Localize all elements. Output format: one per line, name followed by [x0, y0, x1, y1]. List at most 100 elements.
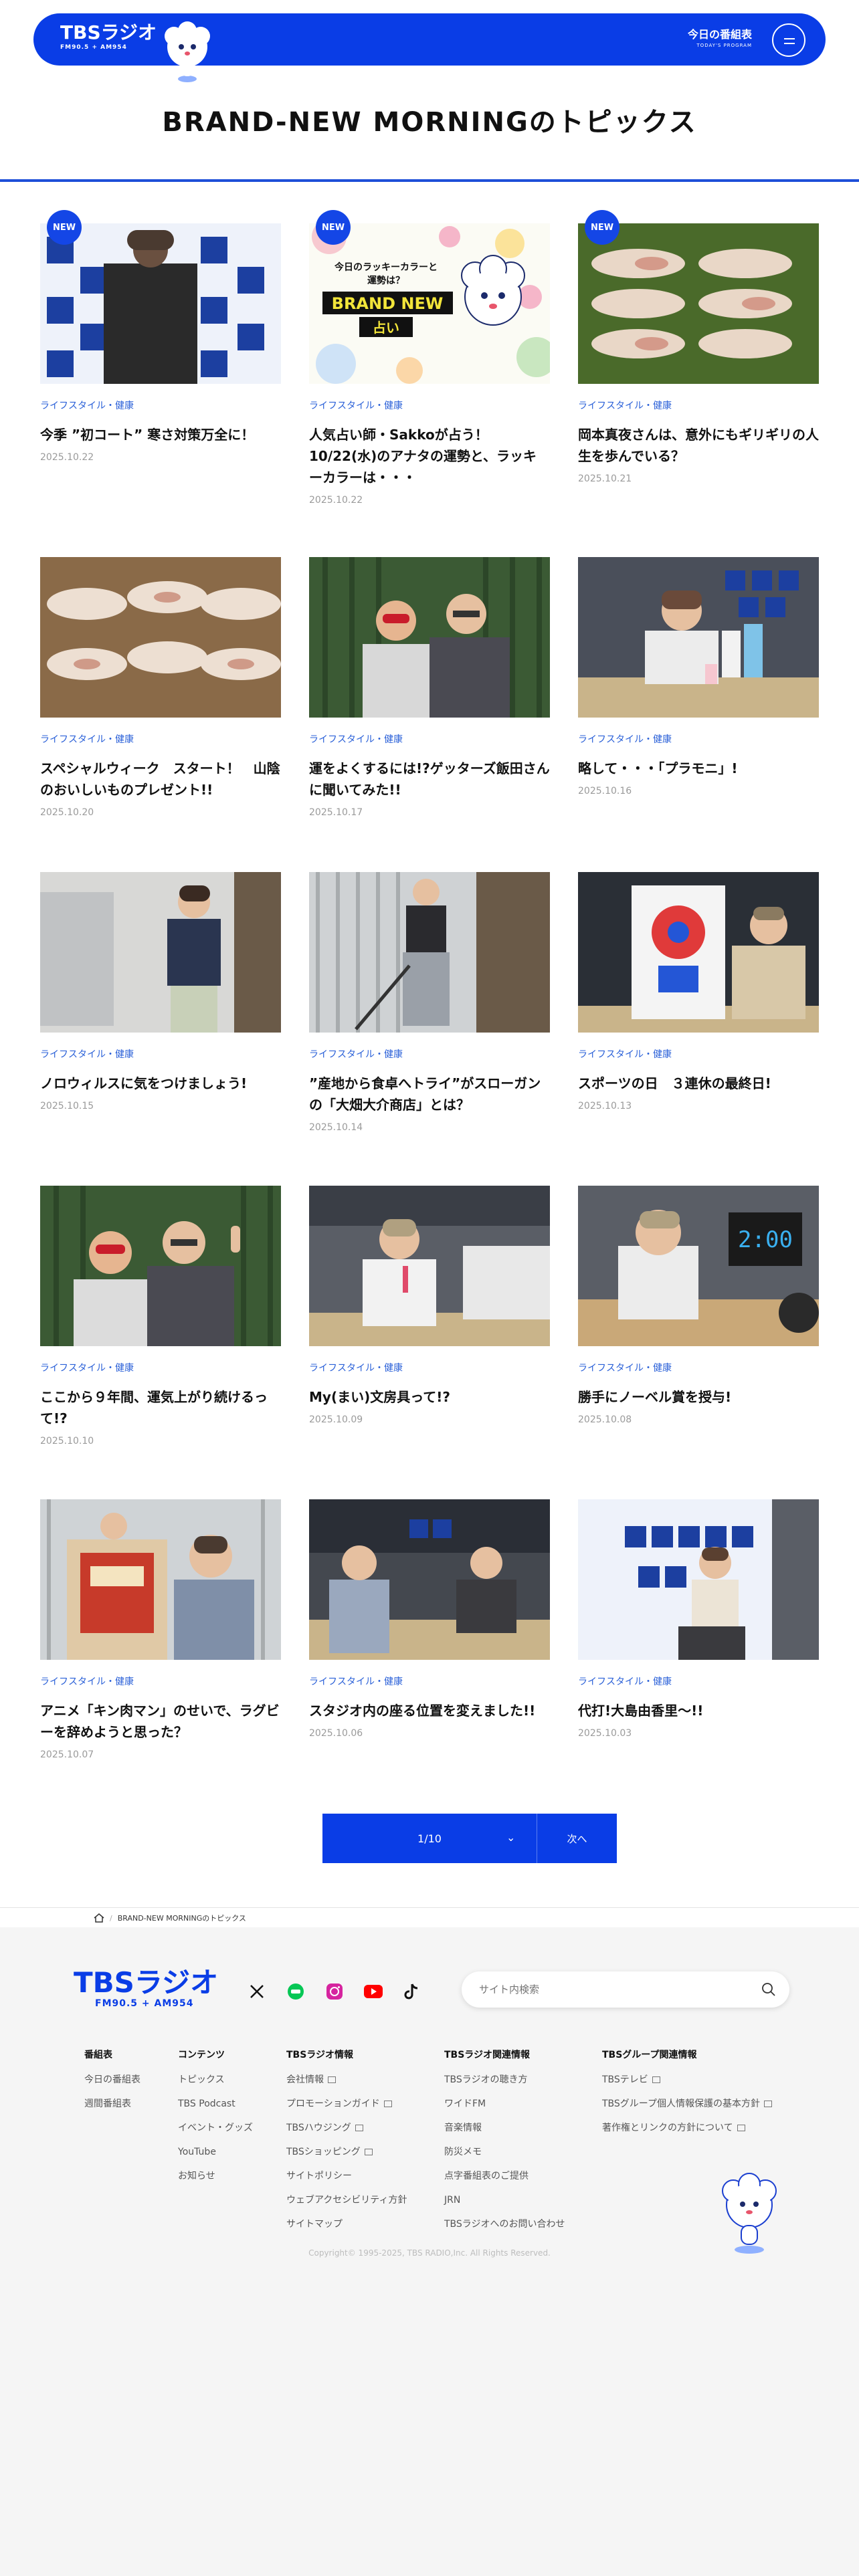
card-title[interactable]: 人気占い師・Sakkoが占う！10/22(水)のアナタの運勢と、ラッキーカラーは… — [309, 424, 550, 488]
card-title[interactable]: 岡本真夜さんは、意外にもギリギリの人生を歩んでいる？ — [578, 424, 819, 467]
home-icon[interactable] — [94, 1913, 104, 1923]
x-icon[interactable] — [246, 1981, 268, 2002]
topic-card[interactable]: ライフスタイル・健康 My(まい)文房具って!? 2025.10.09 — [309, 1186, 550, 1425]
card-category[interactable]: ライフスタイル・健康 — [578, 1676, 819, 1688]
card-title[interactable]: 略して・・・「プラモニ」! — [578, 758, 819, 779]
footer-link[interactable]: 音楽情報 — [444, 2121, 565, 2135]
footer-link[interactable]: 週間番組表 — [84, 2097, 140, 2111]
topic-thumbnail[interactable] — [309, 1186, 550, 1346]
footer-link[interactable]: 点字番組表のご提供 — [444, 2169, 565, 2183]
footer-link[interactable]: TBSショッピング — [286, 2145, 407, 2159]
topic-thumbnail[interactable]: 2:00 — [578, 1186, 819, 1346]
footer-link[interactable]: プロモーションガイド — [286, 2097, 407, 2111]
topic-card[interactable]: ライフスタイル・健康 ここから９年間、運気上がり続けるって!? 2025.10.… — [40, 1186, 281, 1446]
card-title[interactable]: 運をよくするには!?ゲッターズ飯田さんに聞いてみた!! — [309, 758, 550, 800]
topic-thumbnail[interactable] — [578, 557, 819, 718]
footer-link[interactable]: お知らせ — [178, 2169, 253, 2183]
footer-link[interactable]: 今日の番組表 — [84, 2073, 140, 2086]
footer-link[interactable]: TBSハウジング — [286, 2121, 407, 2135]
photo-studio-drinks — [578, 557, 819, 718]
topic-thumbnail[interactable] — [40, 872, 281, 1033]
topic-thumbnail[interactable] — [309, 557, 550, 718]
page-select[interactable]: 1/10 — [322, 1814, 537, 1863]
footer-link[interactable]: サイトマップ — [286, 2218, 407, 2231]
topic-card[interactable]: 2:00 ライフスタイル・健康 勝手にノーベル賞を授与! 2025.10.08 — [578, 1186, 819, 1425]
card-category[interactable]: ライフスタイル・健康 — [40, 1362, 281, 1374]
card-title[interactable]: スタジオ内の座る位置を変えました!! — [309, 1700, 550, 1721]
footer-link[interactable]: 会社情報 — [286, 2073, 407, 2086]
footer-logo[interactable]: TBSラジオ FM90.5 + AM954 — [74, 1967, 218, 2010]
tbs-radio-logo[interactable]: TBSラジオ FM90.5 + AM954 — [60, 23, 157, 52]
topic-thumbnail[interactable] — [40, 223, 281, 384]
card-title[interactable]: アニメ「キン肉マン」のせいで、ラグビーを辞めようと思った？ — [40, 1700, 281, 1743]
next-page-button[interactable]: 次へ — [537, 1814, 617, 1863]
search-icon[interactable] — [761, 1982, 776, 1997]
card-title[interactable]: スペシャルウィーク スタート！ 山陰のおいしいものプレゼント!! — [40, 758, 281, 800]
topic-card[interactable]: ライフスタイル・健康 スペシャルウィーク スタート！ 山陰のおいしいものプレゼン… — [40, 557, 281, 818]
card-category[interactable]: ライフスタイル・健康 — [309, 1362, 550, 1374]
topic-card[interactable]: ライフスタイル・健康 スタジオ内の座る位置を変えました!! 2025.10.06 — [309, 1499, 550, 1739]
topic-thumbnail[interactable] — [578, 872, 819, 1033]
topic-thumbnail[interactable] — [578, 223, 819, 384]
card-title[interactable]: スポーツの日 ３連休の最終日! — [578, 1073, 819, 1094]
topic-card[interactable]: ライフスタイル・健康 ノロウィルスに気をつけましょう! 2025.10.15 — [40, 872, 281, 1111]
card-category[interactable]: ライフスタイル・健康 — [578, 734, 819, 746]
footer-link[interactable]: YouTube — [178, 2145, 253, 2159]
card-category[interactable]: ライフスタイル・健康 — [578, 1049, 819, 1061]
footer-link[interactable]: TBSテレビ — [602, 2073, 772, 2086]
instagram-icon[interactable] — [324, 1981, 345, 2002]
topic-thumbnail[interactable]: 今日のラッキーカラーと 運勢は？ BRAND NEW 占い — [309, 223, 550, 384]
footer-link[interactable]: サイトポリシー — [286, 2169, 407, 2183]
search-input[interactable] — [478, 1981, 745, 1998]
footer-link[interactable]: TBSラジオへのお問い合わせ — [444, 2218, 565, 2231]
card-category[interactable]: ライフスタイル・健康 — [309, 1049, 550, 1061]
card-category[interactable]: ライフスタイル・健康 — [578, 1362, 819, 1374]
topic-card[interactable]: NEW ライフスタイル・健康 岡本真夜さんは、意外にもギリギリの人生を歩んでいる… — [578, 210, 819, 484]
topic-thumbnail[interactable] — [40, 557, 281, 718]
topic-card[interactable]: NEW ライフスタイル・健康 今季 ”初コート” 寒さ対策万全に！ 2025.1… — [40, 210, 281, 463]
menu-button[interactable] — [772, 23, 805, 57]
footer-link[interactable]: 著作権とリンクの方針について — [602, 2121, 772, 2135]
footer-link[interactable]: トピックス — [178, 2073, 253, 2086]
footer-link[interactable]: ウェブアクセシビリティ方針 — [286, 2193, 407, 2207]
card-title[interactable]: 今季 ”初コート” 寒さ対策万全に！ — [40, 424, 281, 445]
card-category[interactable]: ライフスタイル・健康 — [309, 734, 550, 746]
footer-link[interactable]: JRN — [444, 2193, 565, 2207]
card-date: 2025.10.17 — [309, 807, 363, 818]
card-category[interactable]: ライフスタイル・健康 — [40, 400, 281, 412]
card-category[interactable]: ライフスタイル・健康 — [40, 1676, 281, 1688]
line-icon[interactable] — [285, 1981, 306, 2002]
footer-link[interactable]: TBSグループ個人情報保護の基本方針 — [602, 2097, 772, 2111]
footer-link[interactable]: ワイドFM — [444, 2097, 565, 2111]
topic-thumbnail[interactable] — [309, 1499, 550, 1660]
card-title[interactable]: ノロウィルスに気をつけましょう! — [40, 1073, 281, 1094]
topic-thumbnail[interactable] — [578, 1499, 819, 1660]
card-category[interactable]: ライフスタイル・健康 — [578, 400, 819, 412]
topic-card[interactable]: ライフスタイル・健康 運をよくするには!?ゲッターズ飯田さんに聞いてみた!! 2… — [309, 557, 550, 818]
today-program-link[interactable]: 今日の番組表 TODAY'S PROGRAM — [688, 28, 752, 49]
card-category[interactable]: ライフスタイル・健康 — [40, 734, 281, 746]
topic-card[interactable]: ライフスタイル・健康 略して・・・「プラモニ」! 2025.10.16 — [578, 557, 819, 796]
footer-link[interactable]: TBSラジオの聴き方 — [444, 2073, 565, 2086]
card-category[interactable]: ライフスタイル・健康 — [309, 1676, 550, 1688]
topic-card[interactable]: NEW 今日のラッキーカラーと 運勢は？ BRAND NEW 占い ライフスタイ… — [309, 210, 550, 506]
card-title[interactable]: My(まい)文房具って!? — [309, 1386, 550, 1408]
topic-card[interactable]: ライフスタイル・健康 ”産地から食卓へトライ”がスローガンの「大畑大介商店」とは… — [309, 872, 550, 1133]
topic-thumbnail[interactable] — [40, 1186, 281, 1346]
topic-card[interactable]: ライフスタイル・健康 代打!大島由香里〜!! 2025.10.03 — [578, 1499, 819, 1739]
card-title[interactable]: ここから９年間、運気上がり続けるって!? — [40, 1386, 281, 1429]
footer-link[interactable]: 防災メモ — [444, 2145, 565, 2159]
card-category[interactable]: ライフスタイル・健康 — [309, 400, 550, 412]
card-title[interactable]: 代打!大島由香里〜!! — [578, 1700, 819, 1721]
tiktok-icon[interactable] — [401, 1981, 423, 2002]
footer-link[interactable]: イベント・グッズ — [178, 2121, 253, 2135]
topic-card[interactable]: ライフスタイル・健康 アニメ「キン肉マン」のせいで、ラグビーを辞めようと思った？… — [40, 1499, 281, 1760]
topic-card[interactable]: ライフスタイル・健康 スポーツの日 ３連休の最終日! 2025.10.13 — [578, 872, 819, 1111]
card-title[interactable]: ”産地から食卓へトライ”がスローガンの「大畑大介商店」とは？ — [309, 1073, 550, 1115]
topic-thumbnail[interactable] — [309, 872, 550, 1033]
topic-thumbnail[interactable] — [40, 1499, 281, 1660]
footer-link[interactable]: TBS Podcast — [178, 2097, 253, 2111]
card-title[interactable]: 勝手にノーベル賞を授与! — [578, 1386, 819, 1408]
card-category[interactable]: ライフスタイル・健康 — [40, 1049, 281, 1061]
youtube-icon[interactable] — [363, 1981, 384, 2002]
